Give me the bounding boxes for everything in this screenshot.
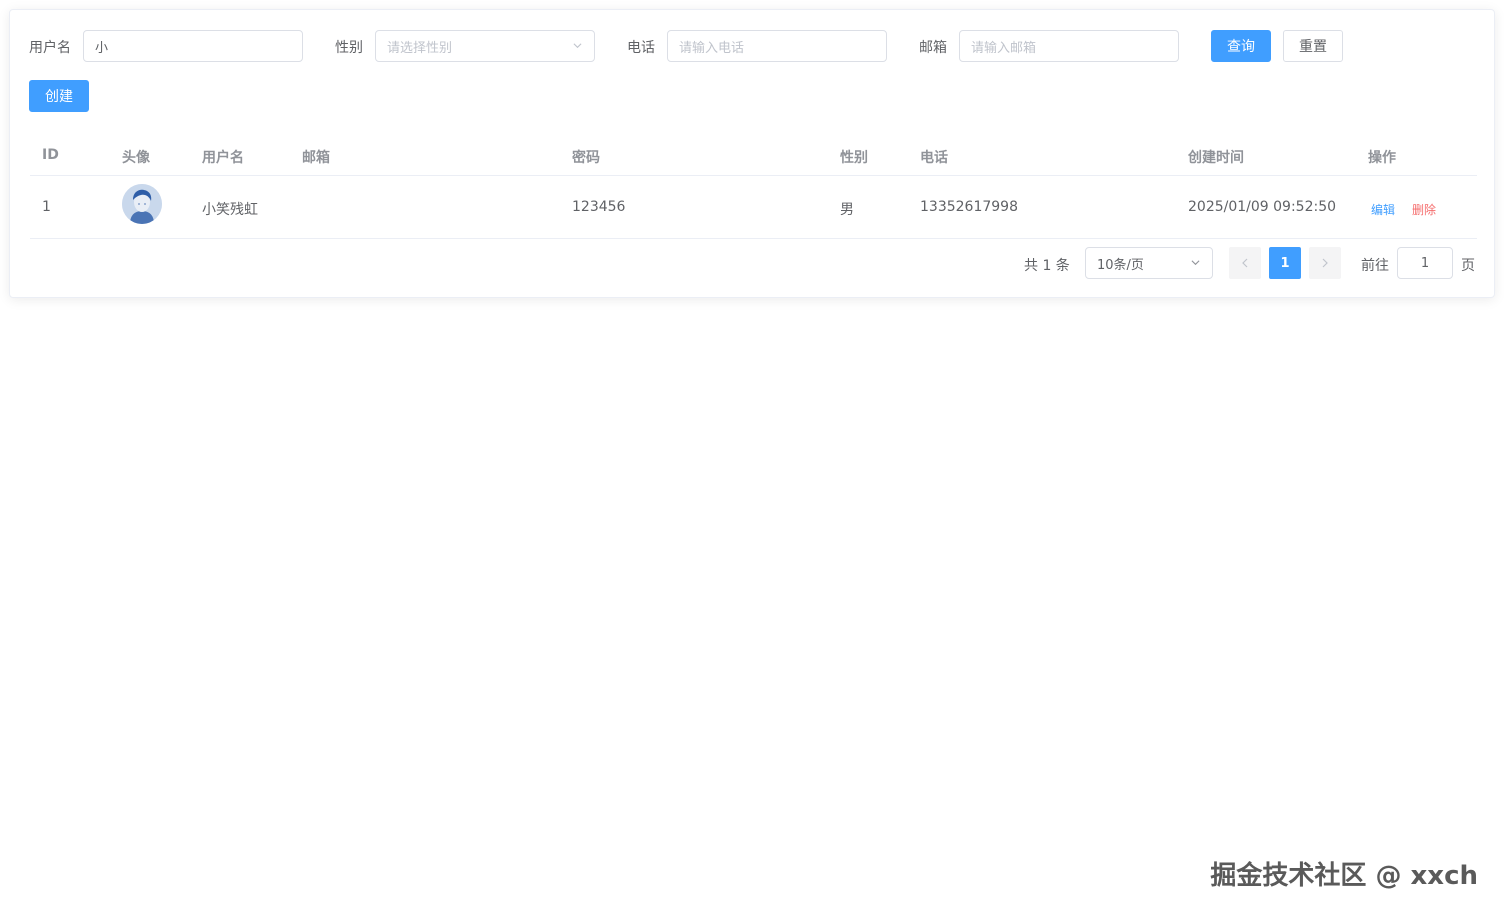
goto-page-input[interactable]: 1 xyxy=(1397,247,1453,279)
query-button[interactable]: 查询 xyxy=(1211,30,1271,62)
pagination-total: 共 1 条 xyxy=(1024,258,1070,274)
page-suffix-label: 页 xyxy=(1461,258,1475,274)
edit-button[interactable]: 编辑 xyxy=(1371,201,1395,218)
column-header-email: 邮箱 xyxy=(302,150,330,166)
page-size-select[interactable]: 10条/页 xyxy=(1085,247,1213,279)
username-label: 用户名 xyxy=(29,40,71,56)
gender-select-placeholder: 请选择性别 xyxy=(387,40,453,56)
page-size-value: 10条/页 xyxy=(1097,257,1144,273)
column-header-username: 用户名 xyxy=(202,150,244,166)
table-row-divider xyxy=(30,238,1477,239)
column-header-avatar: 头像 xyxy=(122,150,150,166)
cell-password: 123456 xyxy=(572,199,626,215)
column-header-gender: 性别 xyxy=(840,150,868,166)
column-header-actions: 操作 xyxy=(1368,150,1396,166)
prev-page-button[interactable] xyxy=(1229,247,1261,279)
goto-label: 前往 xyxy=(1361,258,1389,274)
table-header-divider xyxy=(30,175,1477,176)
chevron-left-icon xyxy=(1242,258,1248,268)
avatar xyxy=(122,184,162,224)
gender-select[interactable]: 请选择性别 xyxy=(375,30,595,62)
chevron-right-icon xyxy=(1322,258,1328,268)
phone-input[interactable]: 请输入电话 xyxy=(667,30,887,62)
username-input-value: 小 xyxy=(95,40,109,56)
cell-phone: 13352617998 xyxy=(920,199,1018,215)
gender-label: 性别 xyxy=(335,40,363,56)
column-header-created-at: 创建时间 xyxy=(1188,150,1244,166)
next-page-button[interactable] xyxy=(1309,247,1341,279)
cell-gender: 男 xyxy=(840,202,854,218)
delete-button[interactable]: 删除 xyxy=(1412,201,1436,218)
chevron-down-icon xyxy=(1191,260,1200,266)
cell-username: 小笑残虹 xyxy=(202,202,258,218)
phone-label: 电话 xyxy=(627,40,655,56)
user-avatar-image xyxy=(122,184,162,224)
page-number-current[interactable]: 1 xyxy=(1269,247,1301,279)
email-input-placeholder: 请输入邮箱 xyxy=(971,40,1037,56)
column-header-phone: 电话 xyxy=(920,150,948,166)
cell-id: 1 xyxy=(42,199,51,215)
username-input[interactable]: 小 xyxy=(83,30,303,62)
email-label: 邮箱 xyxy=(919,40,947,56)
watermark: 掘金技术社区 @ xxch xyxy=(1210,861,1478,891)
user-management-card: 用户名 小 性别 请选择性别 电话 请输入电话 邮箱 请输入邮箱 查询 重置 创… xyxy=(9,9,1495,298)
create-button[interactable]: 创建 xyxy=(29,80,89,112)
cell-created-at: 2025/01/09 09:52:50 xyxy=(1188,199,1337,215)
phone-input-placeholder: 请输入电话 xyxy=(679,40,745,56)
reset-button[interactable]: 重置 xyxy=(1283,30,1343,62)
email-input[interactable]: 请输入邮箱 xyxy=(959,30,1179,62)
column-header-id: ID xyxy=(42,147,59,163)
column-header-password: 密码 xyxy=(572,150,600,166)
chevron-down-icon xyxy=(573,43,582,49)
goto-page-value: 1 xyxy=(1420,255,1430,271)
